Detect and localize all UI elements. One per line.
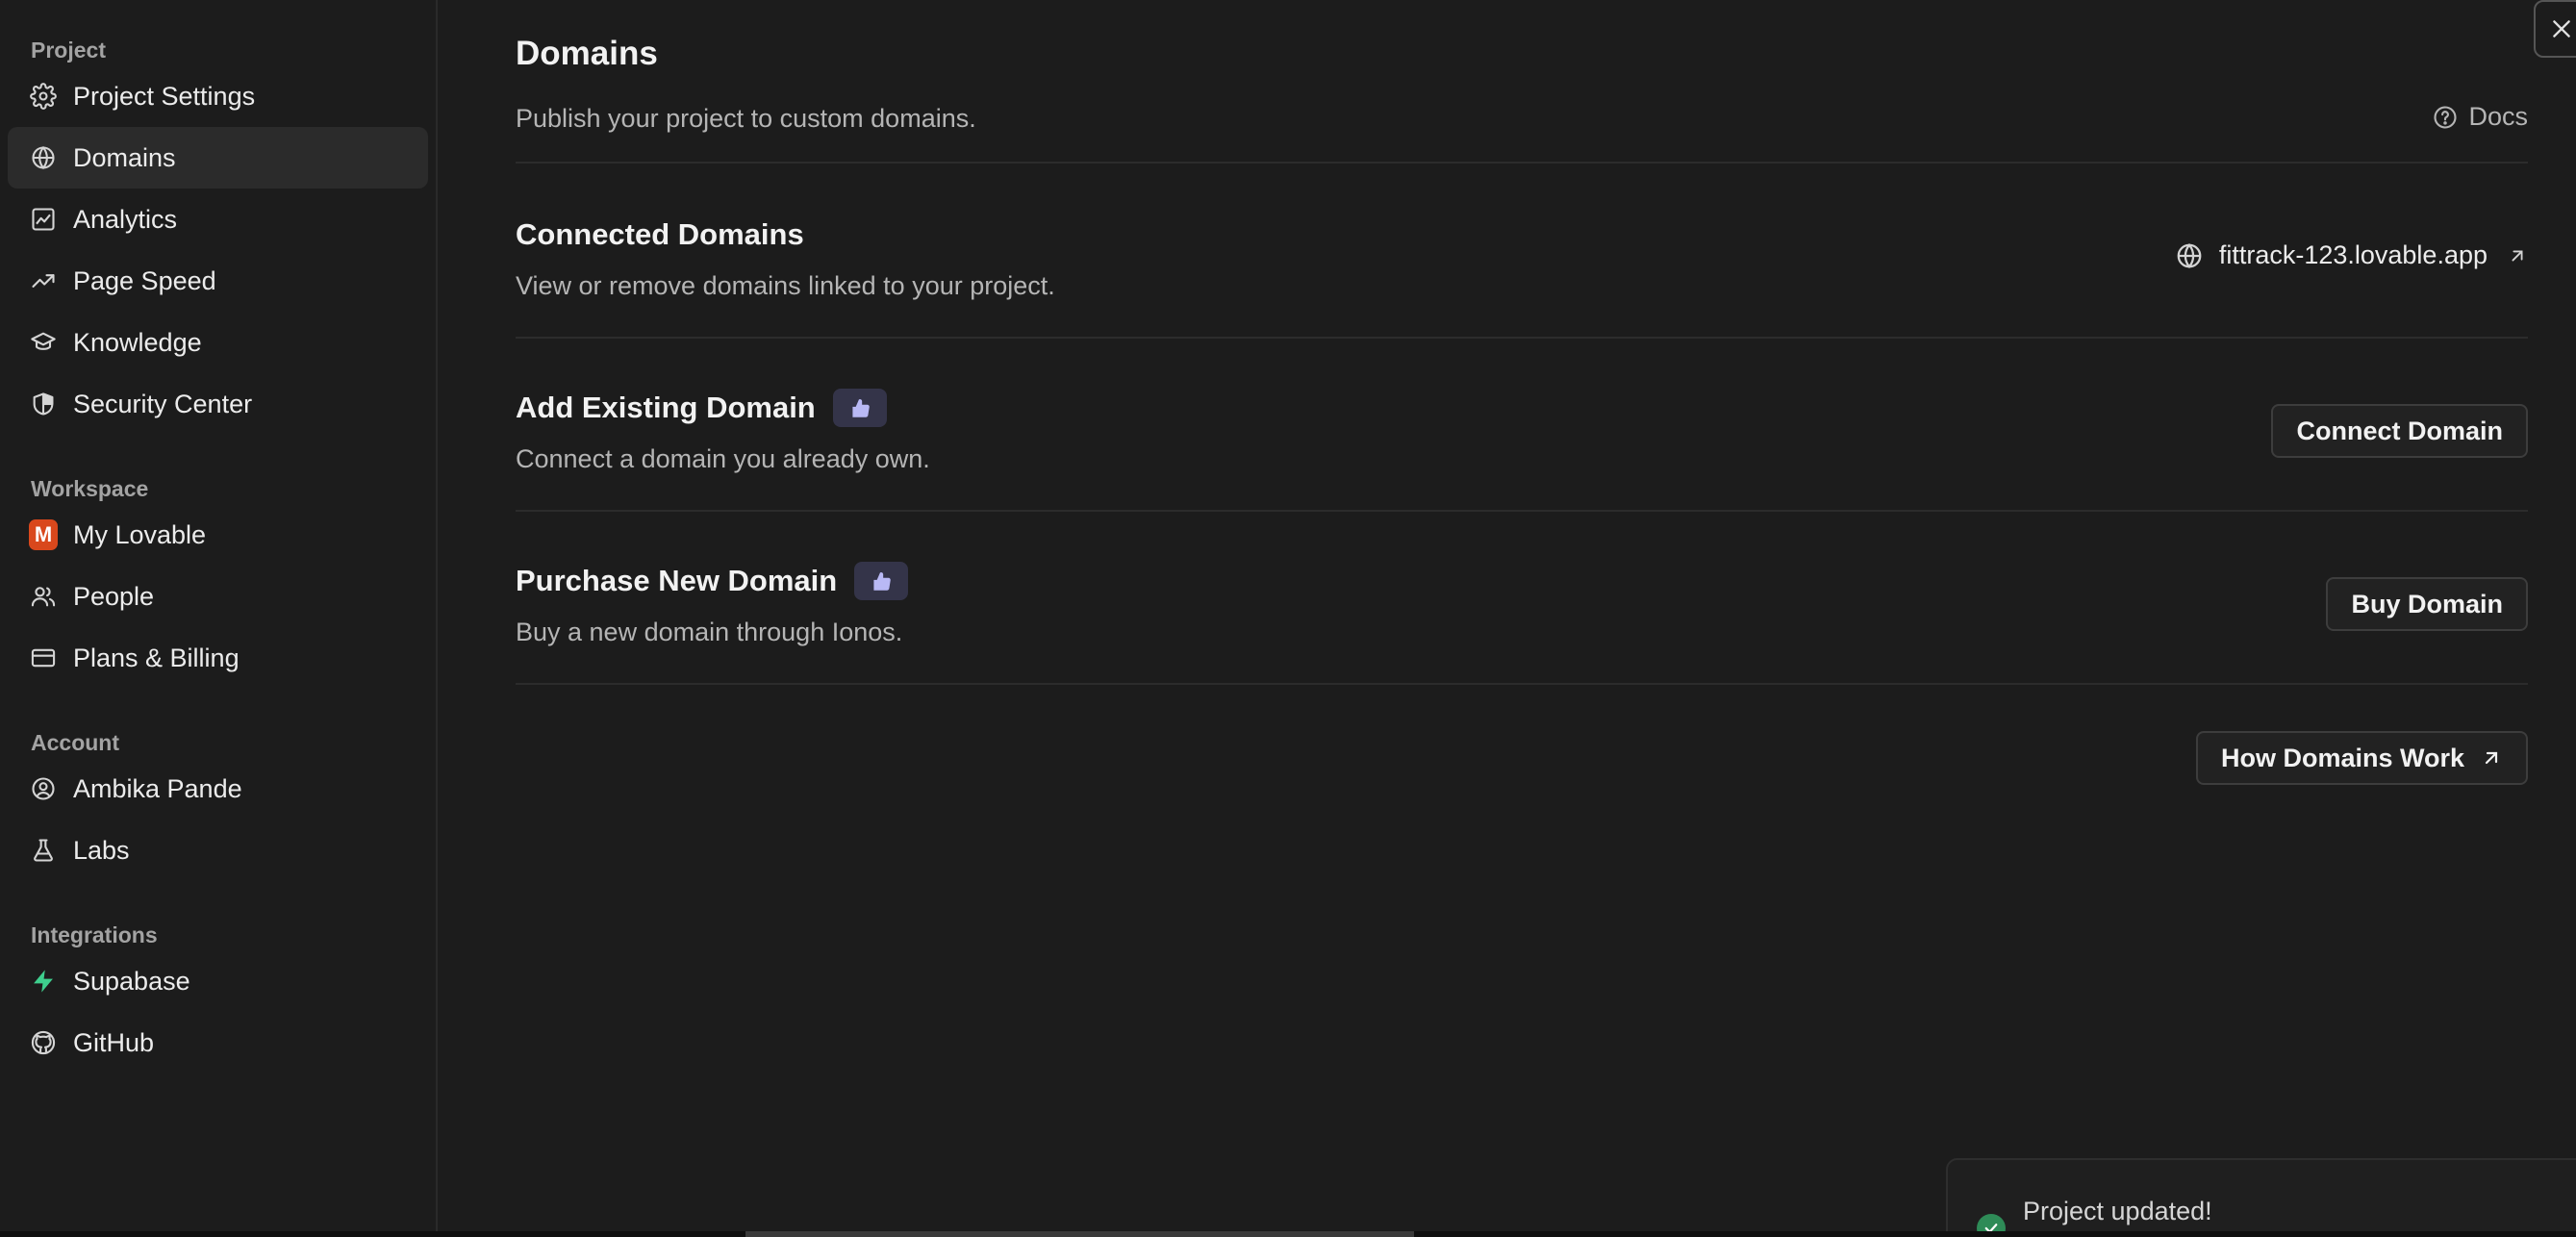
- sidebar-item-label: Security Center: [73, 389, 253, 418]
- sidebar-item-label: Knowledge: [73, 327, 202, 357]
- sidebar-item-security-center[interactable]: Security Center: [8, 373, 428, 435]
- sidebar-item-label: GitHub: [73, 1027, 155, 1057]
- sidebar-item-plans-billing[interactable]: Plans & Billing: [8, 627, 428, 689]
- page-subtitle: Publish your project to custom domains.: [516, 104, 976, 133]
- button-label: How Domains Work: [2220, 743, 2464, 772]
- sidebar-item-label: Page Speed: [73, 265, 216, 295]
- sidebar: Project Project Settings Domains Analyti…: [0, 0, 438, 1231]
- scrollbar-thumb[interactable]: [745, 1231, 1414, 1237]
- trend-up-icon: [29, 266, 58, 295]
- close-button[interactable]: [2534, 0, 2576, 58]
- connected-domains-subtitle: View or remove domains linked to your pr…: [516, 271, 1055, 300]
- toast-notification: Project updated!: [1946, 1158, 2576, 1237]
- add-existing-domain-subtitle: Connect a domain you already own.: [516, 444, 930, 473]
- help-circle-icon: [2434, 105, 2458, 129]
- gear-icon: [29, 82, 58, 111]
- connect-domain-button[interactable]: Connect Domain: [2271, 404, 2528, 458]
- supabase-icon: [29, 967, 58, 996]
- purchase-new-domain-title: Purchase New Domain: [516, 562, 909, 600]
- section-title: Add Existing Domain: [516, 391, 816, 424]
- docs-label: Docs: [2468, 102, 2528, 131]
- graduation-cap-icon: [29, 328, 58, 357]
- globe-icon: [29, 143, 58, 172]
- sidebar-item-label: Ambika Pande: [73, 773, 242, 803]
- sidebar-item-github[interactable]: GitHub: [8, 1012, 428, 1073]
- flask-icon: [29, 836, 58, 865]
- user-circle-icon: [29, 774, 58, 803]
- sidebar-section-project: Project: [31, 38, 106, 63]
- purchase-new-domain-subtitle: Buy a new domain through Ionos.: [516, 618, 903, 646]
- section-title: Connected Domains: [516, 217, 804, 251]
- hand-heart-icon: [873, 572, 891, 591]
- premium-badge: [854, 562, 909, 600]
- divider: [516, 162, 2528, 164]
- page-title: Domains: [516, 35, 658, 72]
- people-icon: [29, 582, 58, 611]
- sidebar-item-label: Analytics: [73, 204, 178, 234]
- sidebar-item-label: Project Settings: [73, 81, 256, 111]
- sidebar-item-label: My Lovable: [73, 519, 207, 549]
- connected-domain-link[interactable]: fittrack-123.lovable.app: [2175, 240, 2528, 270]
- credit-card-icon: [29, 644, 58, 672]
- github-icon: [29, 1028, 58, 1057]
- sidebar-item-label: Domains: [73, 142, 176, 172]
- divider: [516, 510, 2528, 512]
- sidebar-item-ambika-pande[interactable]: Ambika Pande: [8, 758, 428, 820]
- sidebar-item-label: People: [73, 581, 155, 611]
- sidebar-item-page-speed[interactable]: Page Speed: [8, 250, 428, 312]
- section-title: Purchase New Domain: [516, 564, 838, 597]
- buy-domain-button[interactable]: Buy Domain: [2326, 577, 2528, 631]
- app-window: Project Project Settings Domains Analyti…: [0, 0, 2576, 1237]
- toast-message: Project updated!: [2023, 1197, 2212, 1225]
- premium-badge: [832, 389, 887, 427]
- workspace-avatar: M: [29, 519, 58, 550]
- sidebar-item-label: Supabase: [73, 966, 190, 996]
- sidebar-item-label: Plans & Billing: [73, 643, 240, 672]
- close-icon: [2553, 20, 2570, 38]
- divider: [516, 337, 2528, 339]
- sidebar-item-label: Labs: [73, 835, 130, 865]
- sidebar-item-people[interactable]: People: [8, 566, 428, 627]
- sidebar-item-analytics[interactable]: Analytics: [8, 189, 428, 250]
- bottom-scroll-strip: [0, 1231, 2576, 1237]
- docs-link[interactable]: Docs: [2432, 102, 2528, 132]
- sidebar-item-supabase[interactable]: Supabase: [8, 950, 428, 1012]
- avatar: M: [29, 519, 58, 550]
- hand-heart-icon: [852, 399, 870, 417]
- sidebar-section-workspace: Workspace: [31, 476, 149, 501]
- chart-icon: [29, 205, 58, 234]
- connected-domains-title: Connected Domains: [516, 217, 804, 252]
- globe-icon: [2177, 242, 2202, 268]
- sidebar-item-project-settings[interactable]: Project Settings: [8, 65, 428, 127]
- sidebar-section-integrations: Integrations: [31, 922, 158, 947]
- sidebar-item-labs[interactable]: Labs: [8, 820, 428, 881]
- sidebar-section-account: Account: [31, 730, 119, 755]
- how-domains-work-button[interactable]: How Domains Work: [2195, 731, 2528, 785]
- shield-icon: [29, 390, 58, 418]
- divider: [516, 683, 2528, 685]
- add-existing-domain-title: Add Existing Domain: [516, 389, 887, 427]
- external-link-icon: [2512, 250, 2523, 261]
- sidebar-item-domains[interactable]: Domains: [8, 127, 428, 189]
- domain-name: fittrack-123.lovable.app: [2218, 240, 2488, 269]
- external-link-icon: [2485, 751, 2498, 765]
- sidebar-item-my-lovable[interactable]: M My Lovable: [8, 504, 428, 566]
- sidebar-item-knowledge[interactable]: Knowledge: [8, 312, 428, 373]
